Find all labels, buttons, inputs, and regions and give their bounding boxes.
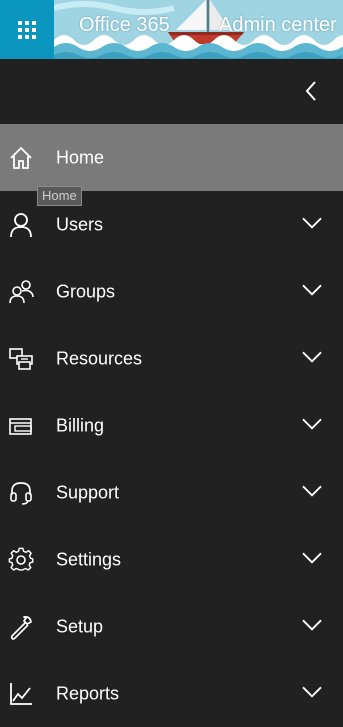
left-navigation: Home Users Groups Resources Billing Supp… bbox=[0, 124, 343, 727]
nav-item-support[interactable]: Support bbox=[0, 459, 343, 526]
home-icon bbox=[8, 145, 34, 171]
nav-label-support: Support bbox=[56, 482, 120, 502]
nav-label-setup: Setup bbox=[56, 616, 104, 636]
chevron-down-icon[interactable] bbox=[301, 417, 323, 431]
chevron-down-icon[interactable] bbox=[301, 484, 323, 498]
nav-item-resources[interactable]: Resources bbox=[0, 325, 343, 392]
chevron-down-icon[interactable] bbox=[301, 618, 323, 632]
headset-icon bbox=[8, 480, 34, 506]
nav-label-home: Home bbox=[56, 147, 105, 167]
billing-icon bbox=[8, 413, 34, 439]
collapse-nav-button[interactable] bbox=[297, 77, 325, 105]
nav-label-groups: Groups bbox=[56, 281, 116, 301]
nav-item-setup[interactable]: Setup bbox=[0, 593, 343, 660]
chevron-down-icon[interactable] bbox=[301, 350, 323, 364]
nav-label-users: Users bbox=[56, 214, 104, 234]
nav-item-settings[interactable]: Settings bbox=[0, 526, 343, 593]
nav-collapse-row bbox=[0, 59, 343, 123]
top-banner: Office 365 Admin center bbox=[0, 0, 343, 59]
chart-icon bbox=[8, 681, 34, 707]
app-launcher-button[interactable] bbox=[0, 0, 54, 59]
nav-label-billing: Billing bbox=[56, 415, 105, 435]
gear-icon bbox=[8, 547, 34, 573]
home-tooltip: Home bbox=[37, 186, 82, 206]
user-icon bbox=[8, 212, 34, 238]
groups-icon bbox=[8, 279, 34, 305]
product-title[interactable]: Office 365 bbox=[79, 14, 170, 37]
nav-item-reports[interactable]: Reports bbox=[0, 660, 343, 727]
chevron-down-icon[interactable] bbox=[301, 283, 323, 297]
resources-icon bbox=[8, 346, 34, 372]
nav-item-groups[interactable]: Groups bbox=[0, 258, 343, 325]
chevron-down-icon[interactable] bbox=[301, 685, 323, 699]
section-title: Admin center bbox=[219, 14, 337, 36]
nav-label-reports: Reports bbox=[56, 683, 120, 703]
app-launcher-icon bbox=[18, 20, 36, 39]
chevron-left-icon bbox=[305, 81, 316, 101]
chevron-down-icon[interactable] bbox=[301, 216, 323, 230]
chevron-down-icon[interactable] bbox=[301, 551, 323, 565]
nav-label-resources: Resources bbox=[56, 348, 143, 368]
nav-item-billing[interactable]: Billing bbox=[0, 392, 343, 459]
wrench-icon bbox=[8, 614, 34, 640]
nav-item-home[interactable]: Home bbox=[0, 124, 343, 191]
nav-label-settings: Settings bbox=[56, 549, 122, 569]
